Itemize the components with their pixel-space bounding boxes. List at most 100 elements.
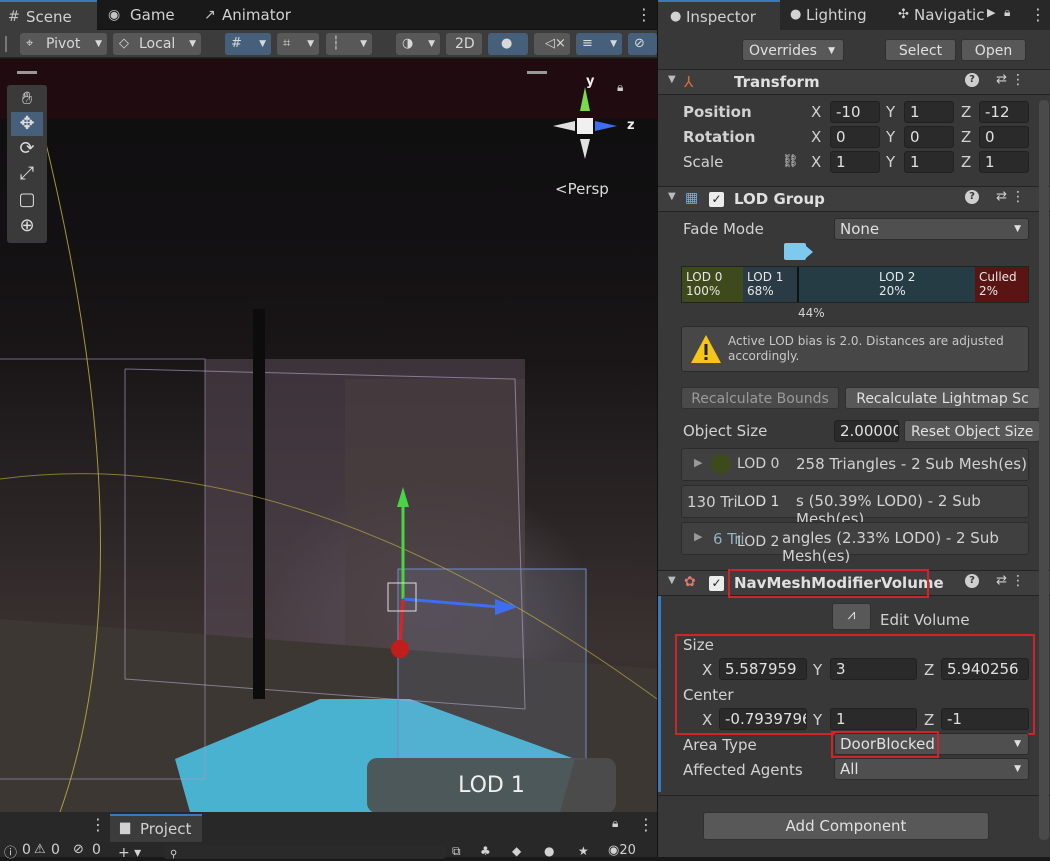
lock-icon[interactable]: 🔒︎ [1004,5,1010,20]
pivot-dropdown[interactable]: ⌖ Pivot ▼ [20,33,107,55]
hidden-packages-icon[interactable]: ◉20 [608,843,636,858]
grid-snap-button[interactable]: # ▼ [225,33,271,55]
console-menu-icon[interactable]: ⋮ [90,810,106,840]
overlay-grip[interactable] [17,71,37,74]
hand-tool-icon[interactable]: ✋︎ [11,87,43,111]
open-button[interactable]: Open [961,39,1026,61]
tab-lighting[interactable]: ● Lighting [778,0,886,30]
camera-lod-marker-icon[interactable] [784,243,806,260]
log-error-icon[interactable]: ● [544,844,554,858]
help-icon[interactable]: ? [965,574,979,588]
error-count-icon[interactable]: ⊘ [73,842,84,857]
favorite-icon[interactable]: ★ [578,844,589,858]
fold-arrow-icon[interactable]: ▶ [694,530,702,543]
presets-icon[interactable]: ⇄ [996,189,1007,204]
fold-arrow-icon[interactable]: ▼ [668,191,676,202]
tab-game[interactable]: ◉ Game [100,0,190,30]
ruler-button[interactable]: ┆ ▼ [326,33,372,55]
presets-icon[interactable]: ⇄ [996,72,1007,87]
log-icon[interactable]: ⓘ [4,842,17,861]
gizmo-x-handle[interactable] [391,640,409,658]
effects-dropdown[interactable]: ≡ ▼ [576,33,622,55]
position-x-field[interactable]: -10 [830,101,880,123]
scene-menu-icon[interactable]: ⋮ [636,0,652,30]
inspector-menu-icon[interactable]: ⋮ [1030,0,1046,30]
view-gizmo-neg-x[interactable] [553,121,575,131]
warning-count-icon[interactable]: ⚠ [34,842,46,857]
lod-group-header[interactable]: ▼ ▦ ✓ LOD Group ? ⇄ ⋮ [658,186,1050,212]
view-gizmo-neg-y[interactable] [580,139,590,159]
add-component-button[interactable]: Add Component [703,812,989,840]
lod-segment-0[interactable]: LOD 0 100% [682,267,743,302]
2d-toggle[interactable]: 2D [446,33,482,55]
select-button[interactable]: Select [885,39,956,61]
recalculate-lightmap-button[interactable]: Recalculate Lightmap Sc [845,387,1040,409]
add-asset-icon[interactable]: + ▾ [118,845,141,861]
project-lock-icon[interactable]: 🔒︎ [612,816,618,831]
scene-viewport[interactable]: y z 🔒︎ <Persp [0,59,657,812]
lod-group-enabled-checkbox[interactable]: ✓ [709,192,724,207]
inspector-scrollbar[interactable] [1039,100,1049,840]
navmesh-component-icon: ✿ [684,574,696,590]
transform-header[interactable]: ▼ ⅄ Transform ? ⇄ ⋮ [658,69,1050,95]
overlay-grip-right[interactable] [527,71,547,74]
edit-volume-button[interactable]: ⩘ [832,603,871,630]
lod-0-row[interactable]: ▶ LOD 0 258 Triangles - 2 Sub Mesh(es) [681,448,1029,481]
tab-scene[interactable]: # Scene [0,0,97,30]
object-size-field[interactable]: 2.00000 [834,420,899,442]
audio-toggle[interactable]: ◁× [534,33,570,55]
presets-icon[interactable]: ⇄ [996,573,1007,588]
help-icon[interactable]: ? [965,190,979,204]
affected-agents-dropdown[interactable]: All ▼ [834,758,1029,780]
snap-increment-button[interactable]: ⌗ ▼ [277,33,319,55]
component-menu-icon[interactable]: ⋮ [1011,72,1025,88]
fade-mode-dropdown[interactable]: None ▼ [834,218,1029,240]
lod-segment-2[interactable]: LOD 2 20% [799,267,975,302]
reset-object-size-button[interactable]: Reset Object Size [904,420,1040,442]
tab-navigation[interactable]: ✣ Navigatic [886,0,984,30]
scale-x-field[interactable]: 1 [830,151,880,173]
help-icon[interactable]: ? [965,73,979,87]
lighting-toggle[interactable]: ● [488,33,528,55]
fold-arrow-icon[interactable]: ▼ [668,74,676,85]
lod-2-row[interactable]: ▶ 6 Tri LOD 2 angles (2.33% LOD0) - 2 Su… [681,522,1029,565]
projection-toggle[interactable]: <Persp [555,180,609,198]
transform-tool-icon[interactable]: ⊕ [11,214,43,238]
tab-project[interactable]: ▆ Project [110,814,202,842]
component-menu-icon[interactable]: ⋮ [1011,573,1025,589]
scale-tool-icon[interactable]: ⤢ [11,162,43,186]
fold-arrow-icon[interactable]: ▶ [694,456,702,469]
recalculate-bounds-button[interactable]: Recalculate Bounds [681,387,839,409]
rotate-tool-icon[interactable]: ⟳ [11,137,43,161]
scale-y-field[interactable]: 1 [904,151,954,173]
scale-z-field[interactable]: 1 [979,151,1029,173]
view-gizmo-center[interactable] [577,118,593,134]
lod-segment-culled[interactable]: Culled 2% [975,267,1028,302]
filter-type-icon[interactable]: ♣ [480,844,491,858]
position-y-field[interactable]: 1 [904,101,954,123]
rect-tool-icon[interactable]: ▢ [11,188,43,212]
move-tool-icon[interactable]: ✥ [11,112,43,136]
lod-1-row[interactable]: 130 Tri LOD 1 s (50.39% LOD0) - 2 Sub Me… [681,485,1029,528]
lock-icon[interactable]: 🔒︎ [617,80,623,95]
tab-animator[interactable]: ↗ Animator [196,0,306,30]
local-dropdown[interactable]: ◇ Local ▼ [113,33,201,55]
rotation-x-field[interactable]: 0 [830,126,880,148]
draw-mode-button[interactable]: ◑ ▼ [396,33,440,55]
lod-segment-1[interactable]: LOD 1 68% [743,267,797,302]
project-menu-icon[interactable]: ⋮ [638,810,654,840]
rotation-z-field[interactable]: 0 [979,126,1029,148]
component-menu-icon[interactable]: ⋮ [1011,189,1025,205]
rotation-y-field[interactable]: 0 [904,126,954,148]
position-z-field[interactable]: -12 [979,101,1029,123]
constrain-proportions-icon[interactable]: ⛓ [782,154,799,169]
chevron-right-icon[interactable]: ▶ [987,6,995,19]
navmesh-enabled-checkbox[interactable]: ✓ [709,576,724,591]
filter-label-icon[interactable]: ◆ [512,844,521,858]
tab-inspector[interactable]: ● Inspector [658,0,780,30]
view-gizmo-z[interactable] [595,121,617,131]
fold-arrow-icon[interactable]: ▼ [668,575,676,586]
overrides-dropdown[interactable]: Overrides ▼ [742,39,844,61]
visibility-toggle[interactable]: ⊘ [628,33,657,55]
lod-bar[interactable]: LOD 0 100% LOD 1 68% LOD 2 20% Culled 2% [681,266,1029,303]
